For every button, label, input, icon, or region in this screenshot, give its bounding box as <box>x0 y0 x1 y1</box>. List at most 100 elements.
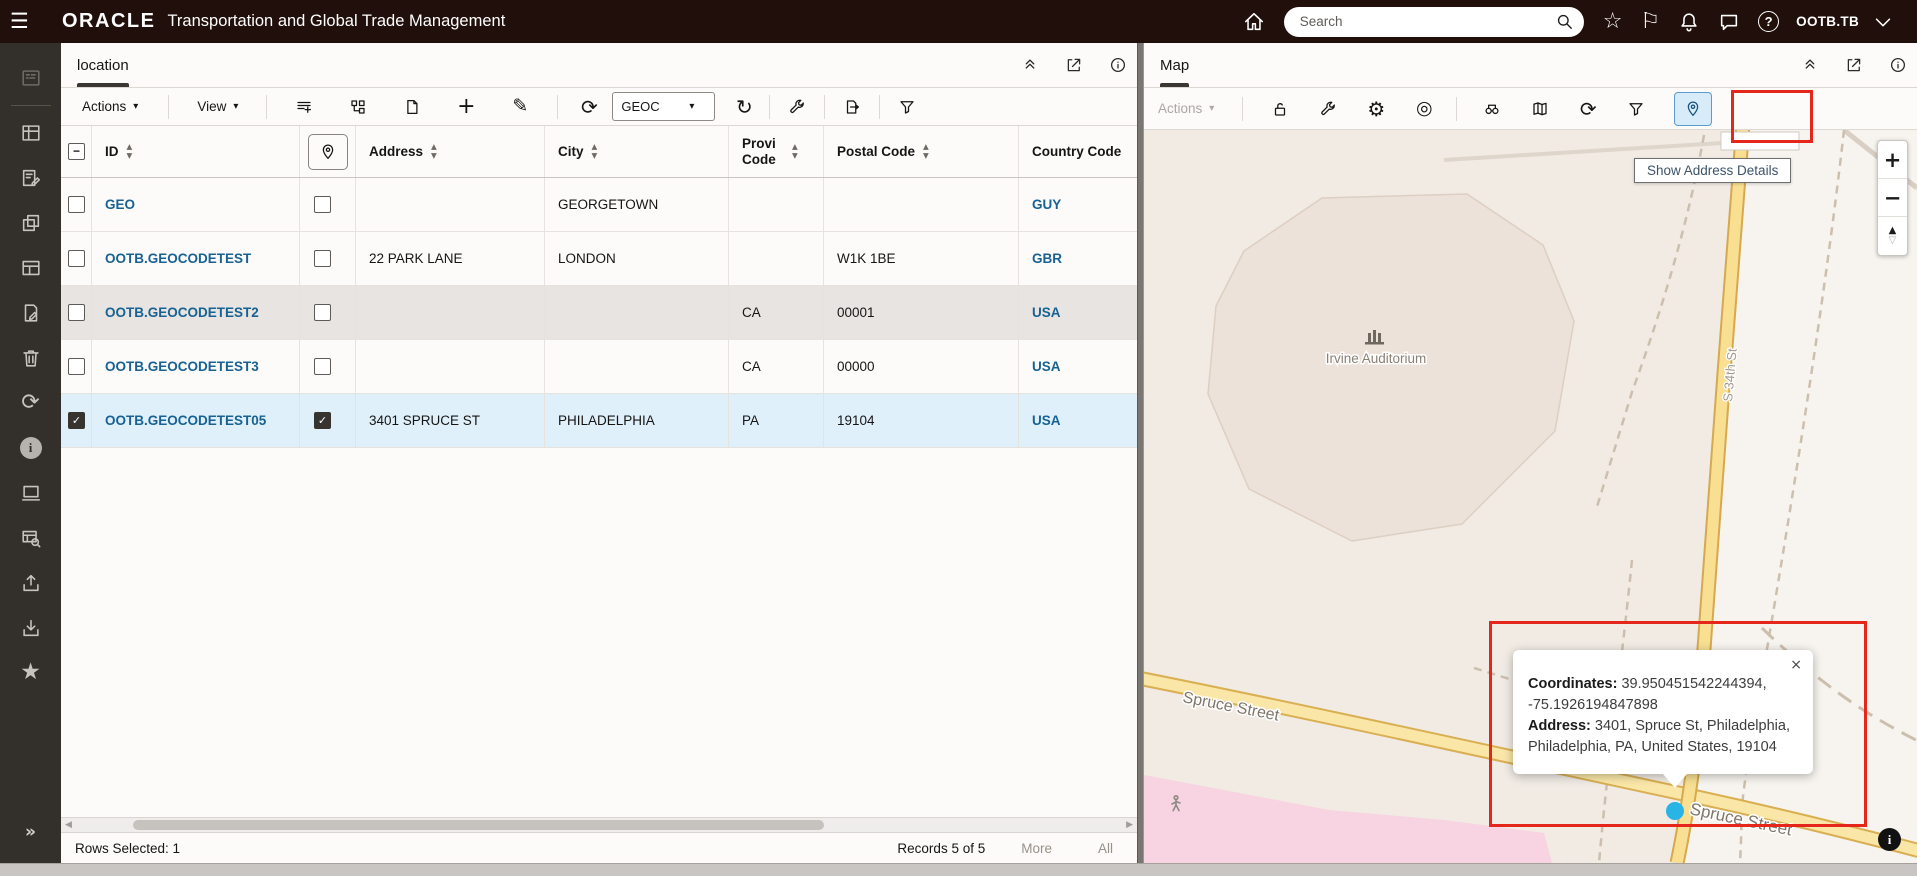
messages-icon[interactable] <box>1718 11 1740 33</box>
unlock-icon[interactable] <box>1267 100 1293 118</box>
open-in-new-window-icon[interactable] <box>1065 56 1083 74</box>
table-row[interactable]: OOTB.GEOCODETEST3 CA 00000 USA <box>61 340 1137 394</box>
horizontal-scrollbar[interactable]: ◀ ▶ <box>61 817 1137 833</box>
zoom-in-button[interactable]: + <box>1878 141 1907 179</box>
column-header-country[interactable]: Country Code <box>1019 126 1137 177</box>
export-icon[interactable] <box>839 98 865 116</box>
workstation-icon[interactable] <box>18 480 44 506</box>
row-geocode-checkbox[interactable] <box>314 358 331 375</box>
filter-funnel-icon[interactable] <box>894 98 920 116</box>
map-target-icon[interactable]: ◎ <box>1411 99 1437 118</box>
scroll-right-icon[interactable]: ▶ <box>1126 820 1133 830</box>
flag-icon[interactable]: ⚐ <box>1640 10 1660 33</box>
add-to-list-icon[interactable] <box>291 98 317 116</box>
panel-layout-icon[interactable] <box>18 255 44 281</box>
map-layers-icon[interactable] <box>1527 100 1553 118</box>
column-header-province[interactable]: Provi Code ▲ ▼ <box>729 126 824 177</box>
new-record-plus-icon[interactable]: + <box>453 95 479 118</box>
sort-icon[interactable]: ▲ ▼ <box>592 142 598 160</box>
table-row[interactable]: OOTB.GEOCODETEST05 3401 SPRUCE ST PHILAD… <box>61 394 1137 448</box>
map-attribution-info-button[interactable]: i <box>1878 828 1901 851</box>
actions-menu-button[interactable]: Actions ▾ <box>82 99 138 114</box>
home-icon[interactable] <box>1243 11 1265 33</box>
table-row[interactable]: OOTB.GEOCODETEST2 CA 00001 USA <box>61 286 1137 340</box>
notifications-bell-icon[interactable] <box>1678 11 1700 33</box>
row-country-link[interactable]: GBR <box>1032 251 1062 266</box>
edit-list-icon[interactable] <box>18 165 44 191</box>
row-geocode-checkbox[interactable] <box>314 304 331 321</box>
row-geocode-checkbox[interactable] <box>314 250 331 267</box>
popup-close-icon[interactable]: × <box>1790 655 1802 676</box>
search-icon[interactable] <box>1555 12 1574 31</box>
user-menu-label[interactable]: OOTB.TB <box>1796 14 1859 29</box>
row-checkbox[interactable] <box>68 412 85 429</box>
column-header-postal[interactable]: Postal Code ▲ ▼ <box>824 126 1019 177</box>
tools-wrench-icon[interactable] <box>784 98 810 116</box>
edit-pencil-icon[interactable]: ✎ <box>507 97 533 116</box>
document-edit-icon[interactable] <box>18 300 44 326</box>
select-all-checkbox[interactable] <box>68 143 85 160</box>
refresh-icon[interactable]: ⟳ <box>18 390 44 416</box>
upload-icon[interactable] <box>18 570 44 596</box>
open-in-new-window-icon[interactable] <box>1845 56 1863 74</box>
map-refresh-icon[interactable]: ⟳ <box>1575 99 1601 119</box>
row-checkbox[interactable] <box>68 196 85 213</box>
collapse-panel-icon[interactable] <box>1801 56 1819 74</box>
binoculars-icon[interactable] <box>1479 100 1505 118</box>
table-layout-icon[interactable] <box>18 120 44 146</box>
download-icon[interactable] <box>18 615 44 641</box>
map-actions-menu-button[interactable]: Actions ▾ <box>1158 101 1214 116</box>
tab-map[interactable]: Map <box>1160 43 1190 87</box>
refresh-results-icon[interactable]: ⟳ <box>576 97 602 117</box>
map-tools-wrench-icon[interactable] <box>1315 100 1341 118</box>
row-id-link[interactable]: OOTB.GEOCODETEST3 <box>105 359 259 374</box>
expand-sidebar-icon[interactable]: » <box>25 824 36 841</box>
workspace-grid-icon[interactable] <box>18 65 44 91</box>
favorites-filled-star-icon[interactable]: ★ <box>18 660 44 686</box>
row-geocode-checkbox[interactable] <box>314 196 331 213</box>
row-country-link[interactable]: USA <box>1032 305 1061 320</box>
table-search-icon[interactable] <box>18 525 44 551</box>
row-country-link[interactable]: USA <box>1032 413 1061 428</box>
panel-info-icon[interactable] <box>1109 56 1127 74</box>
column-header-id[interactable]: ID ▲ ▼ <box>92 126 300 177</box>
new-document-icon[interactable] <box>399 98 425 116</box>
row-id-link[interactable]: OOTB.GEOCODETEST2 <box>105 305 259 320</box>
rerun-query-icon[interactable]: ↻ <box>731 97 757 117</box>
panel-splitter[interactable] <box>1137 43 1144 863</box>
geocode-marker-dot[interactable] <box>1666 802 1684 820</box>
more-link[interactable]: More <box>1021 841 1052 856</box>
row-checkbox[interactable] <box>68 304 85 321</box>
row-checkbox[interactable] <box>68 358 85 375</box>
hamburger-menu-icon[interactable]: ☰ <box>10 11 44 32</box>
row-id-link[interactable]: GEO <box>105 197 135 212</box>
table-row[interactable]: OOTB.GEOCODETEST 22 PARK LANE LONDON W1K… <box>61 232 1137 286</box>
map-canvas[interactable]: S 34th St Spruce Street Spruce Street Ir… <box>1144 130 1917 863</box>
all-link[interactable]: All <box>1098 841 1113 856</box>
row-id-link[interactable]: OOTB.GEOCODETEST05 <box>105 413 266 428</box>
sort-icon[interactable]: ▲ ▼ <box>127 142 133 160</box>
row-geocode-checkbox[interactable] <box>314 412 331 429</box>
row-country-link[interactable]: GUY <box>1032 197 1061 212</box>
finder-set-select[interactable]: GEOC ▾ <box>612 92 716 121</box>
row-id-link[interactable]: OOTB.GEOCODETEST <box>105 251 251 266</box>
scrollbar-thumb[interactable] <box>133 820 824 830</box>
copy-icon[interactable] <box>18 210 44 236</box>
zoom-out-button[interactable]: − <box>1878 179 1907 217</box>
map-pan-reset-button[interactable]: ▲ ▽ <box>1878 217 1907 255</box>
related-objects-icon[interactable] <box>345 98 371 116</box>
info-icon[interactable]: i <box>18 435 44 461</box>
column-header-city[interactable]: City ▲ ▼ <box>545 126 729 177</box>
search-input[interactable] <box>1299 14 1555 29</box>
delete-trash-icon[interactable] <box>18 345 44 371</box>
column-header-address[interactable]: Address ▲ ▼ <box>356 126 545 177</box>
show-address-details-button[interactable] <box>1674 91 1713 126</box>
sort-icon[interactable]: ▲ ▼ <box>923 142 929 160</box>
scroll-left-icon[interactable]: ◀ <box>65 820 72 830</box>
view-menu-button[interactable]: View ▾ <box>197 99 238 114</box>
panel-info-icon[interactable] <box>1889 56 1907 74</box>
tab-location[interactable]: location <box>77 43 129 87</box>
table-row[interactable]: GEO GEORGETOWN GUY <box>61 178 1137 232</box>
user-chevron-down-icon[interactable] <box>1872 11 1894 33</box>
sort-icon[interactable]: ▲ ▼ <box>431 142 437 160</box>
